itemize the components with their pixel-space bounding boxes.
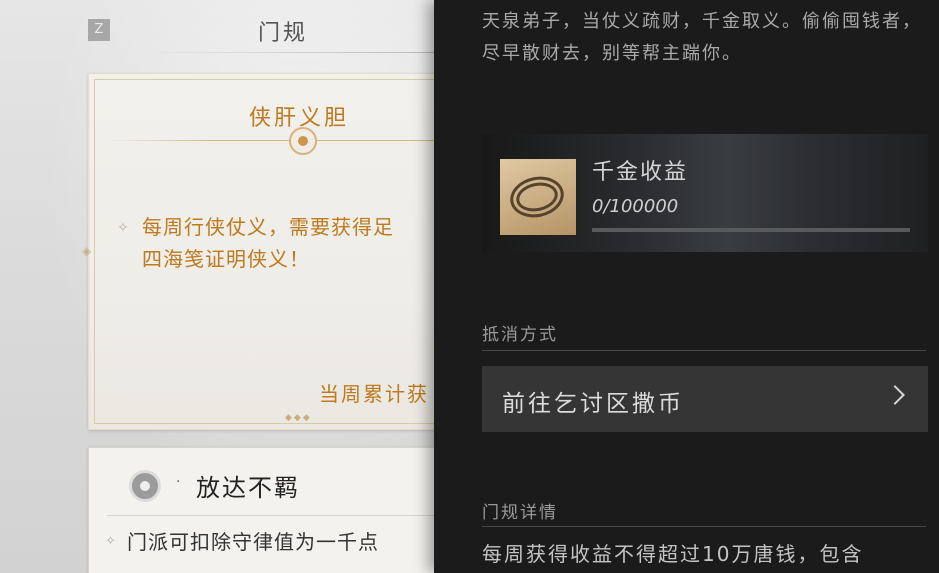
right-detail-panel: 天泉弟子，当仗义疏财，千金取义。偷偷囤钱者，尽早散财去，别等帮主踹你。 千金收益… [434,0,939,573]
reward-progress-bar [592,228,910,232]
sect-emblem-icon [129,470,161,502]
sect-emblem-icon [289,127,317,155]
section-divider [482,350,926,351]
section-divider [482,526,926,527]
reward-label: 千金收益 [592,160,689,185]
rule-card-title: 放达不羁 [196,474,300,502]
rule-card-selected[interactable]: 侠肝义胆 ◈ ✧ 每周行侠仗义，需要获得足 四海笺证明侠义！ 当周累计获 ◆◆◆ [82,73,434,430]
rule-card-description-line1: 每周行侠仗义，需要获得足 [142,215,394,239]
left-panel: Z 门规 侠肝义胆 ◈ ✧ 每周行侠仗义，需要获得足 四海笺证明侠义！ 当周累计… [0,0,434,573]
key-hint-badge[interactable]: Z [88,19,110,41]
reward-value: 0/100000 [592,196,679,217]
bullet-diamond-icon: ✧ [105,534,116,549]
bullet-diamond-icon: ✧ [117,220,129,236]
reward-progress-card: 千金收益 0/100000 [482,134,928,252]
details-text: 每周获得收益不得超过10万唐钱，包含 [482,542,864,566]
details-section-title: 门规详情 [482,503,558,523]
rule-card-description: 每周行侠仗义，需要获得足 四海笺证明侠义！ [142,211,434,275]
diamond-ornament-icon: ◈ [82,244,92,258]
rule-card[interactable]: · 放达不羁 ✧ 门派可扣除守律值为一千点 [88,447,434,573]
silver-coin-string-icon [500,159,576,235]
offset-section-title: 抵消方式 [482,325,558,345]
action-label: 前往乞讨区撒币 [502,391,684,417]
rule-card-description: 门派可扣除守律值为一千点 [127,530,379,554]
title-divider [140,52,434,53]
dot-separator-icon: · [176,474,181,490]
card-dots-ornament-icon: ◆◆◆ [285,413,312,423]
rule-card-footer: 当周累计获 [319,382,429,406]
rule-card-description-line2: 四海笺证明侠义！ [142,247,310,271]
chevron-right-icon [885,385,905,405]
go-to-begging-area-button[interactable]: 前往乞讨区撒币 [482,366,928,432]
panel-title: 门规 [258,21,309,46]
rule-description: 天泉弟子，当仗义疏财，千金取义。偷偷囤钱者，尽早散财去，别等帮主踹你。 [482,11,922,64]
card-divider [107,515,434,516]
card-divider [107,140,434,141]
